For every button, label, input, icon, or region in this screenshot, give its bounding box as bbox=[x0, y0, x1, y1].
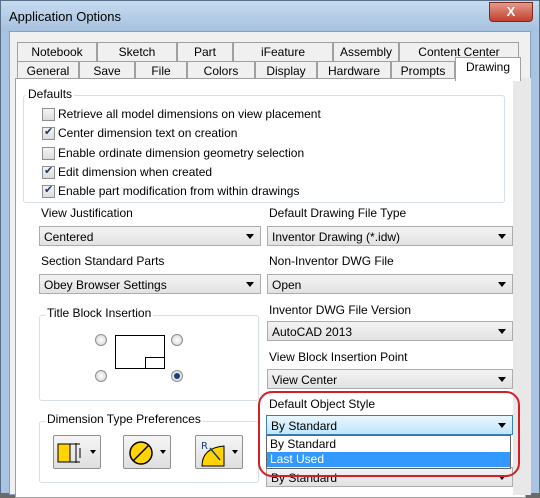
title-block-insertion-label: Title Block Insertion bbox=[45, 306, 154, 320]
center-dimension-text-checkbox[interactable] bbox=[42, 125, 55, 140]
ordinate-geometry-checkbox[interactable] bbox=[42, 147, 55, 160]
dimension-type-preferences-label: Dimension Type Preferences bbox=[45, 412, 203, 426]
title-block-preview bbox=[145, 357, 165, 369]
linear-dimension-button[interactable] bbox=[53, 435, 101, 469]
chevron-down-icon bbox=[90, 450, 96, 454]
view-justification-label: View Justification bbox=[41, 206, 133, 220]
inventor-dwg-version-value: AutoCAD 2013 bbox=[272, 325, 353, 339]
retrieve-dimensions-label: Retrieve all model dimensions on view pl… bbox=[58, 107, 321, 121]
chevron-down-icon bbox=[498, 377, 506, 382]
part-modification-label: Enable part modification from within dra… bbox=[58, 184, 300, 198]
title-block-top-left-radio[interactable] bbox=[95, 334, 107, 346]
title-block-top-right-radio[interactable] bbox=[171, 334, 183, 346]
chevron-down-icon bbox=[232, 450, 238, 454]
option-by-standard[interactable]: By Standard bbox=[267, 437, 510, 452]
linear-dimension-icon bbox=[57, 443, 81, 463]
radius-dimension-icon: R bbox=[201, 441, 225, 467]
defaults-group-label: Defaults bbox=[26, 87, 75, 101]
retrieve-dimensions-checkbox[interactable] bbox=[42, 108, 55, 121]
chevron-down-icon bbox=[498, 329, 506, 334]
sheet-preview bbox=[115, 335, 165, 369]
center-dimension-text-label: Center dimension text on creation bbox=[58, 126, 238, 140]
tab-ifeature[interactable]: iFeature bbox=[233, 42, 333, 62]
tab-notebook[interactable]: Notebook bbox=[17, 42, 97, 62]
default-object-style-label: Default Object Style bbox=[269, 397, 376, 411]
default-drawing-file-type-label: Default Drawing File Type bbox=[269, 206, 407, 220]
tab-assembly[interactable]: Assembly bbox=[333, 42, 399, 62]
non-inventor-dwg-label: Non-Inventor DWG File bbox=[269, 254, 394, 268]
title-block-bottom-left-radio[interactable] bbox=[95, 370, 107, 382]
default-object-style-select[interactable]: By Standard bbox=[266, 415, 513, 435]
tab-sketch[interactable]: Sketch bbox=[97, 42, 177, 62]
option-last-used[interactable]: Last Used bbox=[267, 452, 510, 467]
non-inventor-dwg-value: Open bbox=[272, 278, 302, 292]
default-object-style-dropdown: By Standard Last Used bbox=[266, 435, 511, 469]
default-drawing-file-type-value: Inventor Drawing (*.idw) bbox=[272, 230, 401, 244]
chevron-down-icon bbox=[246, 282, 254, 287]
view-block-insertion-point-label: View Block Insertion Point bbox=[269, 350, 408, 364]
part-modification-checkbox[interactable] bbox=[42, 183, 55, 198]
window-title: Application Options bbox=[9, 9, 122, 24]
default-drawing-file-type-select[interactable]: Inventor Drawing (*.idw) bbox=[267, 226, 513, 246]
view-block-insertion-point-select[interactable]: View Center bbox=[267, 369, 513, 389]
section-standard-parts-value: Obey Browser Settings bbox=[44, 278, 167, 292]
section-standard-parts-select[interactable]: Obey Browser Settings bbox=[39, 274, 261, 294]
application-options-window: Application Options X Notebook Sketch Pa… bbox=[0, 0, 540, 498]
chevron-down-icon bbox=[160, 450, 166, 454]
chevron-down-icon bbox=[246, 234, 254, 239]
title-bar: Application Options X bbox=[1, 1, 539, 31]
tab-part[interactable]: Part bbox=[177, 42, 233, 62]
view-justification-select[interactable]: Centered bbox=[39, 226, 261, 246]
svg-text:R: R bbox=[201, 441, 208, 452]
panel-edge bbox=[513, 78, 531, 495]
inventor-dwg-version-label: Inventor DWG File Version bbox=[269, 303, 412, 317]
edit-dimension-label: Edit dimension when created bbox=[58, 165, 213, 179]
inventor-dwg-version-select[interactable]: AutoCAD 2013 bbox=[267, 321, 513, 341]
diameter-dimension-icon bbox=[129, 441, 153, 465]
edit-dimension-checkbox[interactable] bbox=[42, 164, 55, 179]
chevron-down-icon bbox=[498, 475, 506, 480]
radius-dimension-button[interactable]: R bbox=[195, 435, 243, 469]
section-standard-parts-label: Section Standard Parts bbox=[41, 254, 165, 268]
view-justification-value: Centered bbox=[44, 230, 94, 244]
chevron-down-icon bbox=[498, 282, 506, 287]
default-object-style-value: By Standard bbox=[271, 419, 338, 433]
chevron-down-icon bbox=[498, 234, 506, 239]
title-block-bottom-right-radio[interactable] bbox=[171, 370, 183, 382]
ordinate-geometry-label: Enable ordinate dimension geometry selec… bbox=[58, 146, 305, 160]
below-style-value: By Standard bbox=[271, 471, 338, 485]
tab-drawing[interactable]: Drawing bbox=[455, 57, 521, 81]
below-style-select[interactable]: By Standard bbox=[266, 467, 513, 487]
close-button[interactable]: X bbox=[489, 2, 533, 22]
chevron-down-icon bbox=[498, 423, 506, 428]
diameter-dimension-button[interactable] bbox=[123, 435, 171, 469]
non-inventor-dwg-select[interactable]: Open bbox=[267, 274, 513, 294]
view-block-insertion-point-value: View Center bbox=[272, 373, 338, 387]
